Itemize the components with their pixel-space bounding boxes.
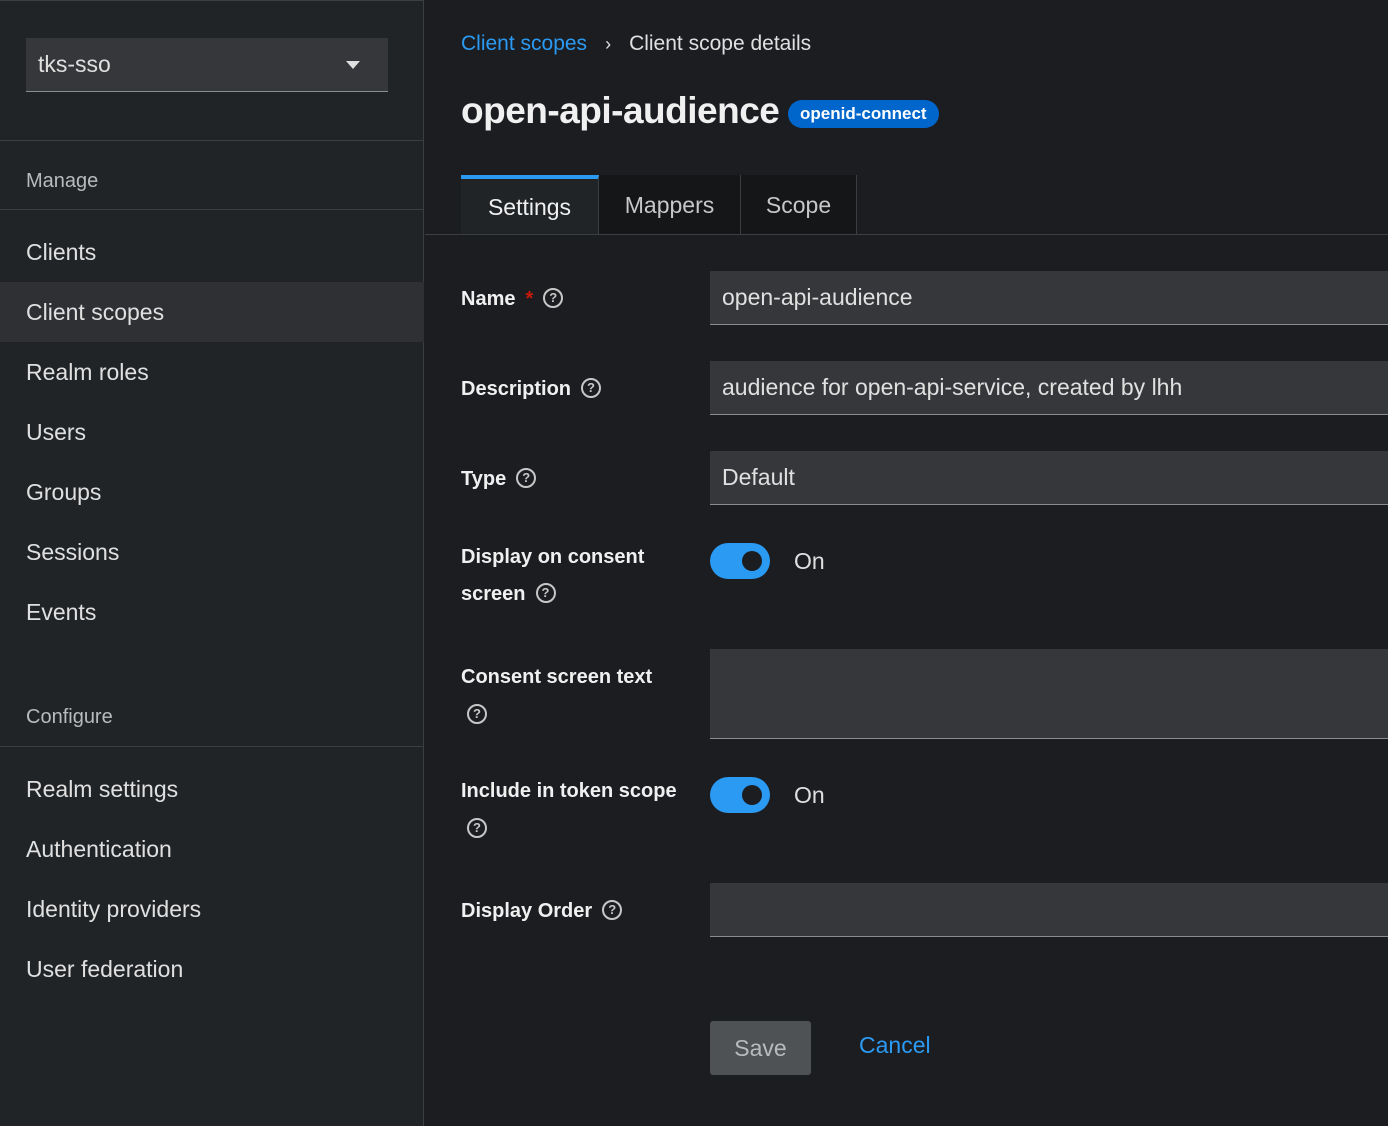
tab-scope[interactable]: Scope <box>741 175 857 235</box>
sidebar-item-sessions[interactable]: Sessions <box>0 522 424 582</box>
consent-text-label-text: Consent screen text <box>461 666 653 688</box>
sidebar-item-clients[interactable]: Clients <box>0 222 424 282</box>
description-input-value: audience for open-api-service, created b… <box>722 374 1183 400</box>
chevron-right-icon: › <box>605 33 612 54</box>
description-input[interactable]: audience for open-api-service, created b… <box>710 361 1388 415</box>
sidebar-item-realm-settings[interactable]: Realm settings <box>0 759 424 819</box>
sidebar-item-authentication[interactable]: Authentication <box>0 819 424 879</box>
display-on-consent-label: Display on consent <box>461 539 644 575</box>
type-select-value: Default <box>722 464 795 490</box>
consent-text-help: ? <box>461 697 487 733</box>
type-label-text: Type <box>461 468 507 490</box>
display-on-consent-state: On <box>794 548 825 574</box>
name-label-text: Name <box>461 288 516 310</box>
include-in-token-state: On <box>794 782 825 808</box>
caret-down-icon <box>346 61 360 69</box>
required-mark: * <box>525 288 534 310</box>
protocol-badge: openid-connect <box>788 100 939 128</box>
help-icon[interactable]: ? <box>516 467 537 488</box>
breadcrumb-link-client-scopes[interactable]: Client scopes <box>461 32 587 56</box>
display-on-consent-label-2: screen? <box>461 576 556 612</box>
page-title: open-api-audience <box>461 90 780 131</box>
name-label: Name *? <box>461 281 564 317</box>
sidebar-item-users[interactable]: Users <box>0 402 424 462</box>
realm-name: tks-sso <box>38 51 111 77</box>
sidebar-item-groups[interactable]: Groups <box>0 462 424 522</box>
save-button[interactable]: Save <box>710 1021 811 1075</box>
realm-selector[interactable]: tks-sso <box>26 38 388 92</box>
breadcrumb: Client scopes › Client scope details <box>461 30 811 58</box>
display-order-label-text: Display Order <box>461 900 593 922</box>
display-on-consent-label-line2: screen <box>461 583 526 605</box>
help-icon[interactable]: ? <box>467 817 487 838</box>
section-title-configure: Configure <box>26 706 113 728</box>
include-in-token-help: ? <box>461 811 487 847</box>
display-on-consent-label-line1: Display on consent <box>461 546 645 568</box>
tabs-underline <box>425 234 1388 235</box>
type-select[interactable]: Default <box>710 451 1388 505</box>
sidebar-item-realm-roles[interactable]: Realm roles <box>0 342 424 402</box>
tab-settings[interactable]: Settings <box>461 175 599 235</box>
cancel-button[interactable]: Cancel <box>859 1032 931 1059</box>
sidebar-item-events[interactable]: Events <box>0 582 424 642</box>
display-order-label: Display Order? <box>461 893 623 929</box>
breadcrumb-current: Client scope details <box>629 32 812 55</box>
section-title-manage: Manage <box>26 170 99 192</box>
help-icon[interactable]: ? <box>602 899 623 920</box>
name-input-value: open-api-audience <box>722 284 913 310</box>
sidebar-divider <box>0 140 424 141</box>
sidebar-item-identity-providers[interactable]: Identity providers <box>0 879 424 939</box>
include-in-token-label: Include in token scope <box>461 773 677 809</box>
sidebar-divider <box>0 209 424 210</box>
app: tks-sso Manage Clients Client scopes Rea… <box>0 0 1388 1126</box>
display-order-input[interactable] <box>710 883 1388 937</box>
main-content: Client scopes › Client scope details ope… <box>425 0 1388 1126</box>
help-icon[interactable]: ? <box>467 703 487 724</box>
sidebar: tks-sso Manage Clients Client scopes Rea… <box>0 0 424 1126</box>
include-in-token-label-text: Include in token scope <box>461 780 677 802</box>
toggle-knob <box>742 551 762 571</box>
sidebar-item-client-scopes[interactable]: Client scopes <box>0 282 424 342</box>
tab-mappers[interactable]: Mappers <box>599 175 741 235</box>
name-input[interactable]: open-api-audience <box>710 271 1388 325</box>
type-label: Type? <box>461 461 537 497</box>
help-icon[interactable]: ? <box>535 582 556 603</box>
sidebar-item-user-federation[interactable]: User federation <box>0 939 424 999</box>
consent-text-label: Consent screen text <box>461 659 652 695</box>
consent-text-textarea[interactable] <box>710 649 1388 739</box>
sidebar-divider <box>0 746 424 747</box>
include-in-token-toggle[interactable] <box>710 777 770 813</box>
description-label: Description? <box>461 371 602 407</box>
display-on-consent-toggle[interactable] <box>710 543 770 579</box>
help-icon[interactable]: ? <box>543 287 564 308</box>
tabs: Settings Mappers Scope <box>461 175 857 235</box>
help-icon[interactable]: ? <box>581 377 602 398</box>
toggle-knob <box>742 785 762 805</box>
description-label-text: Description <box>461 378 572 400</box>
